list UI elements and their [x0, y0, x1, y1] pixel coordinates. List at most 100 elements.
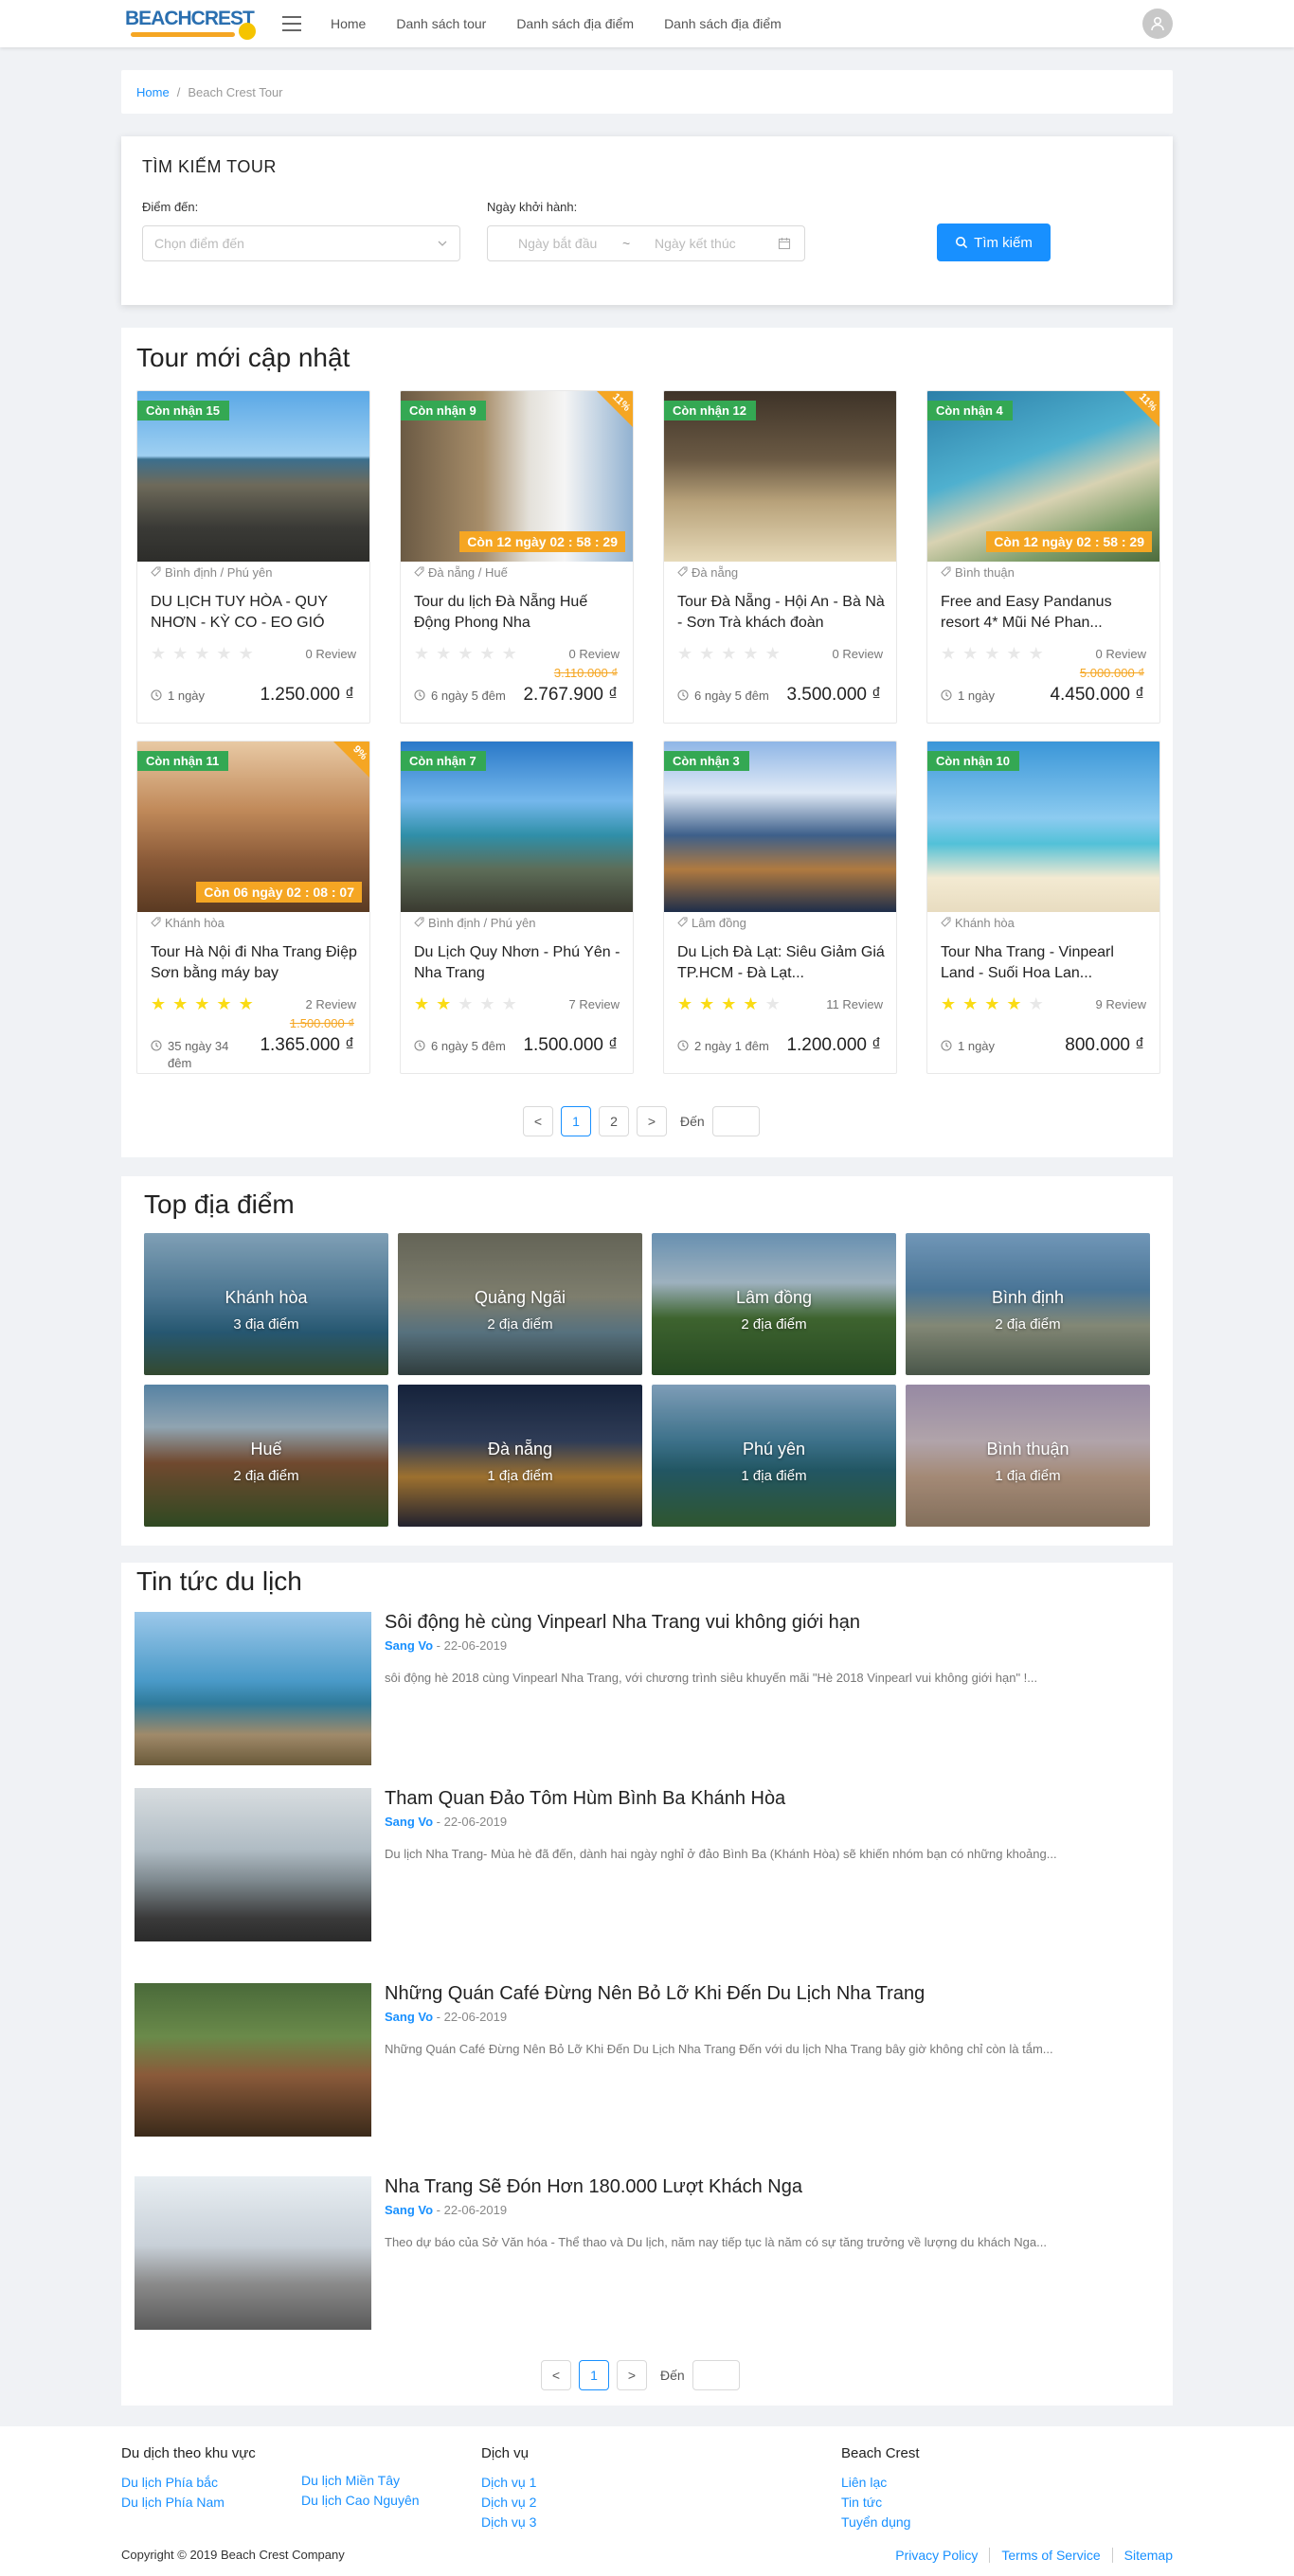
tour-card[interactable]: Còn nhận 10 Khánh hòa Tour Nha Trang - Vin…	[926, 741, 1160, 1074]
footer-link-service-3[interactable]: Dịch vụ 3	[481, 2513, 536, 2532]
tag-icon	[677, 916, 692, 930]
date-range-picker[interactable]: Ngày bắt đầu ~ Ngày kết thúc	[487, 225, 805, 261]
old-price: 3.110.000 ₫	[553, 666, 618, 680]
tour-title[interactable]: Tour du lịch Đà Nẵng Huế Động Phong Nha	[414, 592, 624, 634]
search-button[interactable]: Tìm kiếm	[937, 224, 1051, 261]
place-tile[interactable]: Quảng Ngãi 2 địa điểm	[398, 1233, 642, 1375]
nav-place-list-2[interactable]: Danh sách địa điểm	[664, 16, 782, 31]
place-tile[interactable]: Lâm đồng 2 địa điểm	[652, 1233, 896, 1375]
countdown-badge: Còn 06 ngày 02 : 08 : 07	[196, 882, 362, 903]
news-prev-page-button[interactable]: <	[541, 2360, 571, 2390]
review-count: 2 Review	[305, 997, 356, 1011]
star-icon: ★	[984, 644, 1000, 663]
footer-link-north[interactable]: Du lịch Phía bắc	[121, 2473, 256, 2493]
rating-stars: ★ ★ ★ ★ ★	[941, 645, 1051, 662]
place-tile[interactable]: Phú yên 1 địa điểm	[652, 1385, 896, 1527]
tour-title[interactable]: Du Lịch Đà Lạt: Siêu Giảm Giá TP.HCM - Đ…	[677, 942, 888, 984]
clock-icon	[414, 1038, 431, 1056]
news-author[interactable]: Sang Vo	[385, 1638, 433, 1653]
place-name: Khánh hòa	[225, 1288, 308, 1307]
news-title[interactable]: Sôi động hè cùng Vinpearl Nha Trang vui …	[385, 1612, 860, 1634]
footer-link-west[interactable]: Du lịch Miền Tây	[301, 2471, 420, 2491]
nav-tour-list[interactable]: Danh sách tour	[396, 16, 486, 31]
news-excerpt: sôi động hè 2018 cùng Vinpearl Nha Trang…	[385, 1671, 1038, 1685]
news-image[interactable]	[135, 1788, 371, 1941]
footer-link-news[interactable]: Tin tức	[841, 2493, 920, 2513]
goto-page-input[interactable]	[711, 1106, 760, 1136]
page-2-button[interactable]: 2	[599, 1106, 629, 1136]
privacy-policy-link[interactable]: Privacy Policy	[884, 2548, 989, 2563]
news-author[interactable]: Sang Vo	[385, 2203, 433, 2217]
star-icon: ★	[699, 644, 715, 663]
duration-text: 35 ngày 34 đêm	[168, 1039, 229, 1070]
star-icon: ★	[1028, 644, 1044, 663]
tour-title[interactable]: Tour Hà Nội đi Nha Trang Điệp Sơn bằng m…	[151, 942, 361, 984]
news-title[interactable]: Tham Quan Đảo Tôm Hùm Bình Ba Khánh Hòa	[385, 1788, 785, 1810]
news-image[interactable]	[135, 1983, 371, 2137]
copyright-text: Copyright © 2019 Beach Crest Company	[121, 2548, 345, 2562]
terms-of-service-link[interactable]: Terms of Service	[989, 2548, 1111, 2563]
star-icon: ★	[479, 994, 495, 1013]
news-author[interactable]: Sang Vo	[385, 2010, 433, 2024]
star-icon: ★	[677, 644, 693, 663]
slots-left-badge: Còn nhận 3	[664, 751, 749, 771]
tour-card[interactable]: Còn nhận 15 Bình định / Phú yên DU LỊCH TU…	[136, 390, 370, 724]
slots-left-badge: Còn nhận 4	[927, 401, 1013, 420]
footer-link-south[interactable]: Du lịch Phía Nam	[121, 2493, 256, 2513]
duration-text: 6 ngày 5 đêm	[694, 689, 769, 703]
tour-card[interactable]: Còn nhận 11 9% Còn 06 ngày 02 : 08 : 07 Khá…	[136, 741, 370, 1074]
tour-title[interactable]: Du Lịch Quy Nhơn - Phú Yên - Nha Trang	[414, 942, 624, 984]
breadcrumb-home[interactable]: Home	[136, 85, 170, 99]
tour-card[interactable]: Còn nhận 9 11% Còn 12 ngày 02 : 58 : 29 Đà …	[400, 390, 634, 724]
footer-link-service-1[interactable]: Dịch vụ 1	[481, 2473, 536, 2493]
place-tile[interactable]: Khánh hòa 3 địa điểm	[144, 1233, 388, 1375]
hamburger-menu-icon[interactable]	[282, 16, 301, 31]
footer-company-title: Beach Crest	[841, 2445, 920, 2461]
place-tile[interactable]: Bình thuận 1 địa điểm	[906, 1385, 1150, 1527]
place-tile[interactable]: Huế 2 địa điểm	[144, 1385, 388, 1527]
next-page-button[interactable]: >	[637, 1106, 667, 1136]
tour-title[interactable]: Tour Nha Trang - Vinpearl Land - Suối Ho…	[941, 942, 1151, 984]
tour-title[interactable]: DU LỊCH TUY HÒA - QUY NHƠN - KỲ CO - EO …	[151, 592, 361, 634]
place-tile[interactable]: Bình định 2 địa điểm	[906, 1233, 1150, 1375]
footer-link-contact[interactable]: Liên lạc	[841, 2473, 920, 2493]
search-title: TÌM KIẾM TOUR	[142, 157, 277, 176]
slots-left-badge: Còn nhận 12	[664, 401, 757, 420]
site-logo[interactable]: BEACHCREST	[121, 4, 263, 44]
star-icon: ★	[238, 994, 254, 1013]
tour-card[interactable]: Còn nhận 12 Đà nẵng Tour Đà Nẵng - Hội An …	[663, 390, 897, 724]
news-author[interactable]: Sang Vo	[385, 1815, 433, 1829]
news-title[interactable]: Những Quán Café Đừng Nên Bỏ Lỡ Khi Đến D…	[385, 1983, 925, 2005]
news-image[interactable]	[135, 2176, 371, 2330]
tour-card[interactable]: Còn nhận 7 Bình định / Phú yên Du Lịch Quy…	[400, 741, 634, 1074]
footer-company-column: Beach Crest Liên lạc Tin tức Tuyển dụng	[841, 2445, 920, 2532]
tour-title[interactable]: Tour Đà Nẵng - Hội An - Bà Nà - Sơn Trà …	[677, 592, 888, 634]
destination-select[interactable]: Chọn điểm đến	[142, 225, 460, 261]
tour-card[interactable]: Còn nhận 3 Lâm đồng Du Lịch Đà Lạt: Siêu G…	[663, 741, 897, 1074]
sitemap-link[interactable]: Sitemap	[1111, 2548, 1173, 2563]
tour-duration: 1 ngày	[941, 688, 1045, 706]
place-tile[interactable]: Đà nẵng 1 địa điểm	[398, 1385, 642, 1527]
footer-link-service-2[interactable]: Dịch vụ 2	[481, 2493, 536, 2513]
footer-link-careers[interactable]: Tuyển dụng	[841, 2513, 920, 2532]
tour-card[interactable]: Còn nhận 4 11% Còn 12 ngày 02 : 58 : 29 Bìn…	[926, 390, 1160, 724]
news-title[interactable]: Nha Trang Sẽ Đón Hơn 180.000 Lượt Khách …	[385, 2176, 802, 2198]
news-item: Những Quán Café Đừng Nên Bỏ Lỡ Khi Đến D…	[135, 1983, 1158, 2137]
end-date-input[interactable]: Ngày kết thúc	[655, 236, 778, 251]
news-goto-page-input[interactable]	[692, 2360, 740, 2390]
news-image[interactable]	[135, 1612, 371, 1765]
footer-link-highlands[interactable]: Du lịch Cao Nguyên	[301, 2491, 420, 2511]
nav-place-list[interactable]: Danh sách địa điểm	[516, 16, 634, 31]
news-page-1-button[interactable]: 1	[579, 2360, 609, 2390]
prev-page-button[interactable]: <	[523, 1106, 553, 1136]
rating-stars: ★ ★ ★ ★ ★	[677, 645, 787, 662]
nav-home[interactable]: Home	[331, 16, 366, 31]
start-date-input[interactable]: Ngày bắt đầu	[518, 236, 622, 251]
location-text: Bình thuận	[955, 565, 1015, 580]
slots-left-badge: Còn nhận 7	[401, 751, 486, 771]
news-next-page-button[interactable]: >	[617, 2360, 647, 2390]
place-name: Huế	[250, 1440, 282, 1458]
page-1-button[interactable]: 1	[561, 1106, 591, 1136]
tour-title[interactable]: Free and Easy Pandanus resort 4* Mũi Né …	[941, 592, 1151, 634]
user-avatar-icon[interactable]	[1142, 9, 1173, 39]
